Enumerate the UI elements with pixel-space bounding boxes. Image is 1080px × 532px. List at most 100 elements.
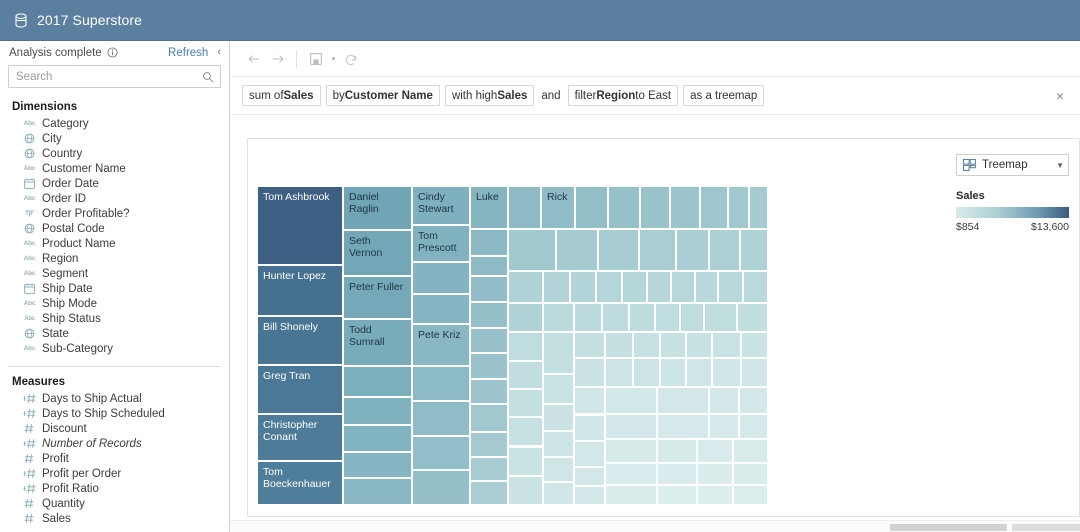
- treemap-cell[interactable]: [697, 484, 733, 505]
- treemap-cell[interactable]: [633, 357, 660, 388]
- treemap-cell[interactable]: [739, 387, 768, 414]
- treemap-cell[interactable]: [657, 387, 709, 414]
- treemap-cell[interactable]: [605, 413, 657, 440]
- dimension-item-customer-name[interactable]: Abc Customer Name: [0, 161, 229, 176]
- treemap-cell[interactable]: [605, 332, 633, 358]
- treemap-cell-tom-boeckenhauer[interactable]: Tom Boeckenhauer: [257, 461, 343, 505]
- measure-item-quantity[interactable]: Quantity: [0, 496, 229, 511]
- search-field-wrapper[interactable]: [8, 65, 221, 88]
- treemap-cell[interactable]: [709, 228, 740, 271]
- treemap-cell[interactable]: [470, 256, 508, 277]
- treemap-cell[interactable]: [605, 484, 657, 505]
- dimension-item-region[interactable]: Abc Region: [0, 251, 229, 266]
- treemap-cell[interactable]: [412, 366, 470, 401]
- treemap-cell[interactable]: [508, 302, 543, 333]
- treemap-cell-pete-kriz[interactable]: Pete Kriz: [412, 324, 470, 367]
- query-bar[interactable]: sum of Sales by Customer Name with high Sa…: [230, 77, 1080, 115]
- treemap-cell-bill-shonely[interactable]: Bill Shonely: [257, 315, 343, 366]
- treemap-cell[interactable]: [660, 357, 686, 388]
- save-button[interactable]: [304, 47, 328, 71]
- treemap-cell[interactable]: [574, 414, 605, 441]
- treemap-cell[interactable]: [508, 332, 543, 361]
- measure-item-profit-per-order[interactable]: Profit per Order: [0, 466, 229, 481]
- treemap-cell[interactable]: [574, 302, 602, 333]
- treemap-cell[interactable]: [596, 271, 622, 303]
- treemap-cell[interactable]: [657, 462, 697, 485]
- treemap-cell[interactable]: [743, 271, 768, 303]
- treemap-cell[interactable]: [343, 424, 412, 452]
- dimension-item-ship-date[interactable]: Ship Date: [0, 281, 229, 296]
- treemap-cell[interactable]: [470, 378, 508, 405]
- treemap-chart[interactable]: Tom Ashbrook Hunter Lopez Bill Shonely Greg…: [257, 186, 768, 505]
- dimension-item-order-id[interactable]: Abc Order ID: [0, 191, 229, 206]
- treemap-cell[interactable]: [647, 271, 671, 303]
- scrollbar-thumb-primary[interactable]: [890, 524, 1007, 531]
- treemap-cell-tom-ashbrook[interactable]: Tom Ashbrook: [257, 186, 343, 265]
- info-icon[interactable]: [107, 47, 118, 58]
- dimension-item-country[interactable]: Country: [0, 146, 229, 161]
- treemap-cell-peter-fuller[interactable]: Peter Fuller: [343, 275, 412, 320]
- treemap-cell[interactable]: [343, 451, 412, 479]
- treemap-cell[interactable]: [343, 366, 412, 398]
- query-pill-after-0[interactable]: filter Region to East: [567, 85, 679, 106]
- treemap-cell-daniel-raglin[interactable]: Daniel Raglin: [343, 186, 412, 230]
- treemap-cell-christopher-conant[interactable]: Christopher Conant: [257, 413, 343, 462]
- revert-button[interactable]: [339, 47, 363, 71]
- treemap-cell[interactable]: [508, 271, 543, 303]
- treemap-cell[interactable]: [470, 404, 508, 432]
- treemap-cell[interactable]: [740, 228, 768, 271]
- treemap-cell[interactable]: [570, 271, 596, 303]
- treemap-cell[interactable]: [639, 228, 676, 271]
- treemap-cell[interactable]: [741, 332, 768, 358]
- treemap-cell[interactable]: [508, 228, 556, 271]
- search-input[interactable]: [9, 66, 220, 87]
- treemap-cell[interactable]: [508, 475, 543, 505]
- treemap-cell[interactable]: [605, 387, 657, 414]
- treemap-cell[interactable]: [660, 332, 686, 358]
- query-pill-1[interactable]: by Customer Name: [325, 85, 440, 106]
- dimension-item-state[interactable]: State: [0, 326, 229, 341]
- clear-query-button[interactable]: ×: [1050, 89, 1070, 103]
- treemap-cell[interactable]: [605, 439, 657, 463]
- treemap-cell[interactable]: [700, 186, 728, 229]
- dimension-item-sub-category[interactable]: Abc Sub-Category: [0, 341, 229, 356]
- treemap-cell[interactable]: [657, 439, 697, 463]
- treemap-cell[interactable]: [343, 478, 412, 505]
- treemap-cell-cindy-stewart[interactable]: Cindy Stewart: [412, 186, 470, 226]
- treemap-cell[interactable]: [508, 446, 543, 476]
- save-dropdown-dot[interactable]: [332, 57, 335, 60]
- viz-type-select[interactable]: Treemap ▼: [956, 154, 1069, 176]
- treemap-cell[interactable]: [657, 413, 709, 440]
- treemap-cell[interactable]: [543, 430, 574, 458]
- treemap-cell[interactable]: [543, 302, 574, 333]
- treemap-cell-rick[interactable]: Rick: [541, 186, 575, 229]
- treemap-cell[interactable]: [697, 462, 733, 485]
- treemap-cell-greg-tran[interactable]: Greg Tran: [257, 365, 343, 414]
- treemap-cell-seth-vernon[interactable]: Seth Vernon: [343, 229, 412, 276]
- dimension-item-category[interactable]: Abc Category: [0, 116, 229, 131]
- treemap-cell[interactable]: [598, 228, 639, 271]
- measure-item-days-to-ship-scheduled[interactable]: Days to Ship Scheduled: [0, 406, 229, 421]
- treemap-cell[interactable]: [686, 332, 712, 358]
- measure-item-number-of-records[interactable]: Number of Records: [0, 436, 229, 451]
- treemap-cell[interactable]: [676, 228, 709, 271]
- treemap-cell[interactable]: [543, 374, 574, 404]
- chevron-left-icon[interactable]: ‹: [217, 47, 221, 58]
- treemap-cell[interactable]: [741, 357, 768, 388]
- dimension-item-postal-code[interactable]: Postal Code: [0, 221, 229, 236]
- scrollbar-thumb-secondary[interactable]: [1012, 524, 1080, 531]
- treemap-cell[interactable]: [718, 271, 743, 303]
- treemap-cell[interactable]: [670, 186, 700, 229]
- treemap-cell[interactable]: [470, 276, 508, 303]
- treemap-cell[interactable]: [602, 302, 629, 333]
- treemap-cell[interactable]: [412, 400, 470, 436]
- treemap-cell[interactable]: [412, 293, 470, 324]
- treemap-cell[interactable]: [712, 332, 741, 358]
- treemap-cell[interactable]: [605, 462, 657, 485]
- treemap-cell[interactable]: [697, 439, 733, 463]
- treemap-cell[interactable]: [709, 413, 739, 440]
- treemap-cell[interactable]: [574, 466, 605, 486]
- dimension-item-city[interactable]: City: [0, 131, 229, 146]
- treemap-cell[interactable]: [470, 481, 508, 505]
- treemap-cell[interactable]: [508, 388, 543, 418]
